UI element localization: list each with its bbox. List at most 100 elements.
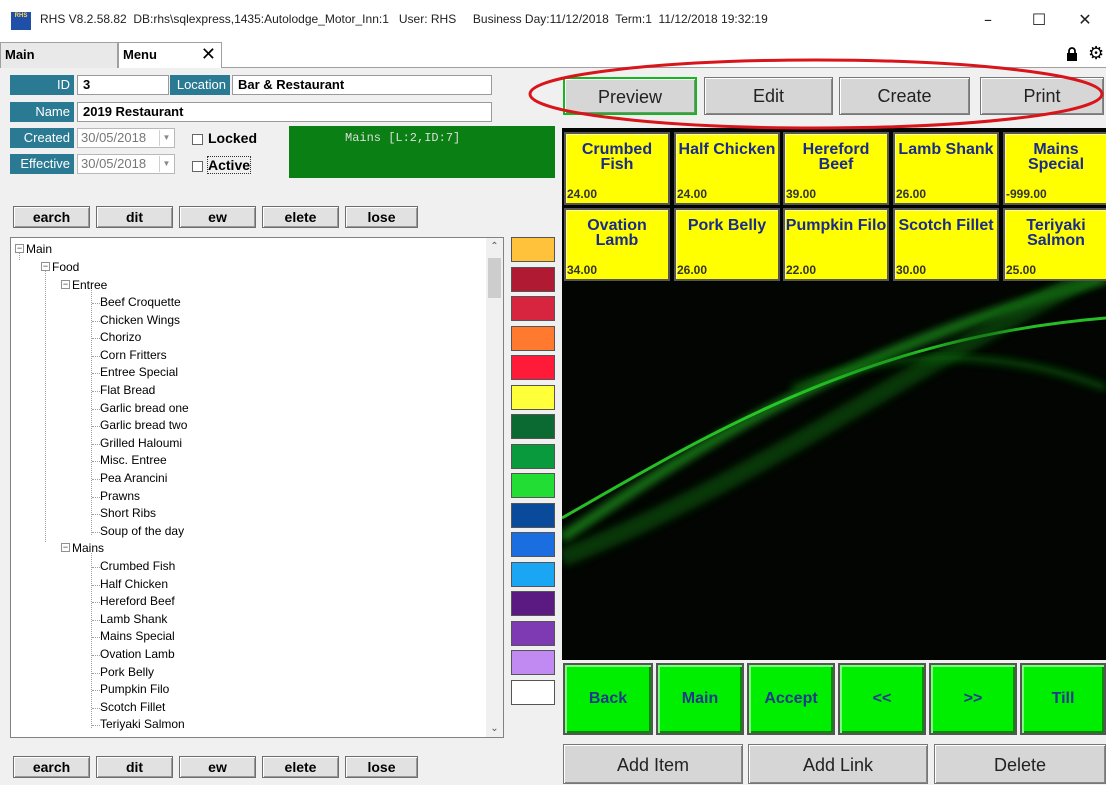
menu-tree[interactable]: − Main − Food − Entree Beef Croquette Chi… <box>10 237 504 738</box>
accept-button[interactable]: Accept <box>747 663 835 735</box>
search-button-bottom[interactable]: earch <box>13 756 90 778</box>
tab-main[interactable]: Main <box>0 42 118 68</box>
print-button[interactable]: Print <box>980 77 1104 115</box>
menu-item-tile[interactable]: Half Chicken 24.00 <box>674 132 780 205</box>
new-button[interactable]: ew <box>179 206 256 228</box>
tree-item[interactable]: Pumpkin Filo <box>100 682 169 696</box>
tree-item[interactable]: Soup of the day <box>100 524 184 538</box>
close-button-bottom[interactable]: lose <box>345 756 418 778</box>
menu-item-tile[interactable]: Lamb Shank 26.00 <box>893 132 999 205</box>
back-button[interactable]: Back <box>563 663 653 735</box>
search-button[interactable]: earch <box>13 206 90 228</box>
scroll-up-icon[interactable]: ⌃ <box>486 238 503 255</box>
previous-page-button[interactable]: << <box>838 663 926 735</box>
tree-item[interactable]: Short Ribs <box>100 506 156 520</box>
delete-button[interactable]: elete <box>262 206 339 228</box>
color-swatch[interactable] <box>511 679 555 705</box>
tree-item[interactable]: Corn Fritters <box>100 348 167 362</box>
maximize-button[interactable]: ☐ <box>1016 6 1062 34</box>
menu-item-tile[interactable]: Teriyaki Salmon 25.00 <box>1003 208 1106 281</box>
gear-icon[interactable]: ⚙ <box>1088 45 1104 63</box>
color-swatch[interactable] <box>511 384 555 410</box>
locked-checkbox[interactable] <box>192 134 203 145</box>
tree-item[interactable]: Chicken Wings <box>100 313 180 327</box>
color-swatch[interactable] <box>511 532 555 557</box>
tree-item[interactable]: Grilled Haloumi <box>100 436 182 450</box>
tree-node-entree[interactable]: Entree <box>72 278 107 292</box>
tree-scrollbar[interactable]: ⌃ ⌄ <box>486 238 503 737</box>
new-button-bottom[interactable]: ew <box>179 756 256 778</box>
tree-item[interactable]: Misc. Entree <box>100 453 167 467</box>
tree-node-mains[interactable]: Mains <box>72 541 104 555</box>
tree-node-main[interactable]: Main <box>26 242 52 256</box>
delete-button-bottom[interactable]: elete <box>262 756 339 778</box>
color-swatch[interactable] <box>511 591 555 616</box>
edit-button-bottom[interactable]: dit <box>96 756 173 778</box>
scroll-down-icon[interactable]: ⌄ <box>486 720 503 737</box>
add-item-button[interactable]: Add Item <box>563 744 743 784</box>
menu-item-tile[interactable]: Pumpkin Filo 22.00 <box>783 208 889 281</box>
close-button[interactable]: lose <box>345 206 418 228</box>
color-swatch[interactable] <box>511 561 555 587</box>
location-field[interactable]: Bar & Restaurant <box>232 75 492 95</box>
menu-item-tile[interactable]: Mains Special -999.00 <box>1003 132 1106 205</box>
delete-item-button[interactable]: Delete <box>934 744 1106 784</box>
close-window-button[interactable]: ✕ <box>1062 6 1106 34</box>
name-field[interactable]: 2019 Restaurant <box>77 102 492 122</box>
id-field[interactable]: 3 <box>77 75 169 95</box>
tree-node-food[interactable]: Food <box>52 260 79 274</box>
chevron-down-icon[interactable]: ▼ <box>159 130 173 146</box>
add-link-button[interactable]: Add Link <box>748 744 928 784</box>
effective-date-picker[interactable]: 30/05/2018 ▼ <box>77 154 175 174</box>
menu-item-tile[interactable]: Pork Belly 26.00 <box>674 208 780 281</box>
main-button[interactable]: Main <box>656 663 744 735</box>
color-swatch[interactable] <box>511 620 555 646</box>
tab-close-icon[interactable]: ✕ <box>201 43 216 67</box>
tree-item[interactable]: Half Chicken <box>100 577 168 591</box>
scroll-thumb[interactable] <box>488 258 501 298</box>
edit-mode-button[interactable]: Edit <box>704 77 833 115</box>
color-swatch[interactable] <box>511 443 555 469</box>
tree-item[interactable]: Pea Arancini <box>100 471 167 485</box>
edit-button[interactable]: dit <box>96 206 173 228</box>
tab-menu[interactable]: Menu ✕ <box>118 42 222 68</box>
tree-item[interactable]: Entree Special <box>100 365 178 379</box>
tree-item[interactable]: Beef Croquette <box>100 295 181 309</box>
menu-item-tile[interactable]: Hereford Beef 39.00 <box>783 132 889 205</box>
color-swatch[interactable] <box>511 502 555 528</box>
tree-item[interactable]: Garlic bread two <box>100 418 187 432</box>
tree-item[interactable]: Mains Special <box>100 629 175 643</box>
tree-item[interactable]: Prawns <box>100 489 140 503</box>
tree-item[interactable]: Lamb Shank <box>100 612 167 626</box>
color-swatch[interactable] <box>511 325 555 351</box>
minimize-button[interactable]: – <box>965 6 1011 34</box>
color-swatch[interactable] <box>511 296 555 321</box>
tree-item[interactable]: Pork Belly <box>100 665 154 679</box>
tree-item[interactable]: Flat Bread <box>100 383 155 397</box>
created-date-picker[interactable]: 30/05/2018 ▼ <box>77 128 175 148</box>
color-swatch[interactable] <box>511 473 555 498</box>
collapse-icon[interactable]: − <box>61 280 70 289</box>
color-swatch[interactable] <box>511 650 555 675</box>
tree-item[interactable]: Garlic bread one <box>100 401 189 415</box>
next-page-button[interactable]: >> <box>929 663 1017 735</box>
active-checkbox[interactable] <box>192 161 203 172</box>
color-swatch[interactable] <box>511 414 555 439</box>
tree-item[interactable]: Chorizo <box>100 330 141 344</box>
collapse-icon[interactable]: − <box>15 244 24 253</box>
create-button[interactable]: Create <box>839 77 970 115</box>
till-button[interactable]: Till <box>1020 663 1106 735</box>
tree-item[interactable]: Hereford Beef <box>100 594 175 608</box>
chevron-down-icon[interactable]: ▼ <box>159 156 173 172</box>
tree-item[interactable]: Crumbed Fish <box>100 559 175 573</box>
menu-item-tile[interactable]: Crumbed Fish 24.00 <box>564 132 670 205</box>
menu-item-tile[interactable]: Ovation Lamb 34.00 <box>564 208 670 281</box>
color-swatch[interactable] <box>511 237 555 262</box>
lock-icon[interactable] <box>1066 47 1078 61</box>
tree-item[interactable]: Scotch Fillet <box>100 700 165 714</box>
color-swatch[interactable] <box>511 355 555 380</box>
tree-item[interactable]: Ovation Lamb <box>100 647 175 661</box>
collapse-icon[interactable]: − <box>61 543 70 552</box>
preview-button[interactable]: Preview <box>563 77 697 115</box>
tree-item[interactable]: Teriyaki Salmon <box>100 717 185 731</box>
